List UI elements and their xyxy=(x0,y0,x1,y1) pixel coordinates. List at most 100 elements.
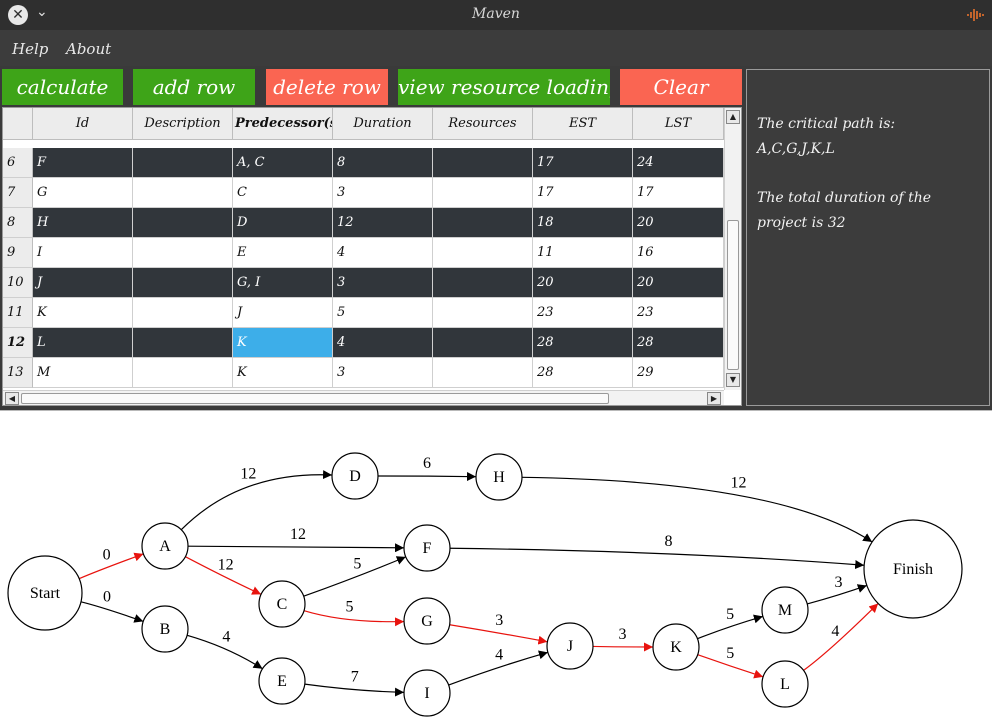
cell-lst[interactable]: 24 xyxy=(633,148,724,178)
table-row[interactable]: 11 K J 5 23 23 xyxy=(3,298,724,328)
cell-description[interactable] xyxy=(133,148,233,178)
column-header-lst[interactable]: LST xyxy=(633,108,724,140)
cell-lst[interactable]: 20 xyxy=(633,268,724,298)
row-number[interactable]: 13 xyxy=(3,358,33,388)
delete-row-button[interactable]: delete row xyxy=(266,69,388,105)
cell-id[interactable]: M xyxy=(33,358,133,388)
add-row-button[interactable]: add row xyxy=(133,69,255,105)
edge-weight-label: 6 xyxy=(423,455,431,472)
cell-est[interactable]: 28 xyxy=(533,358,633,388)
node-label: I xyxy=(424,685,429,702)
horizontal-scroll-thumb[interactable] xyxy=(21,393,609,404)
cell-duration[interactable]: 3 xyxy=(333,358,433,388)
table-row[interactable]: 10 J G, I 3 20 20 xyxy=(3,268,724,298)
column-header-duration[interactable]: Duration xyxy=(333,108,433,140)
cell-resources[interactable] xyxy=(433,358,533,388)
cell-description[interactable] xyxy=(133,268,233,298)
cell-id[interactable]: F xyxy=(33,148,133,178)
cell-predecessors[interactable]: G, I xyxy=(233,268,333,298)
row-number[interactable]: 12 xyxy=(3,328,33,358)
cell-lst[interactable]: 29 xyxy=(633,358,724,388)
row-number[interactable]: 9 xyxy=(3,238,33,268)
row-number[interactable]: 7 xyxy=(3,178,33,208)
cell-resources[interactable] xyxy=(433,208,533,238)
cell-duration[interactable]: 3 xyxy=(333,178,433,208)
cell-id[interactable]: I xyxy=(33,238,133,268)
cell-est[interactable]: 17 xyxy=(533,148,633,178)
scroll-down-icon[interactable]: ▼ xyxy=(726,373,740,387)
cell-predecessors[interactable]: K xyxy=(233,328,333,358)
cell-predecessors[interactable]: J xyxy=(233,298,333,328)
table-row[interactable]: 13 M K 3 28 29 xyxy=(3,358,724,388)
cell-duration[interactable]: 8 xyxy=(333,148,433,178)
row-number[interactable]: 10 xyxy=(3,268,33,298)
cell-est[interactable]: 11 xyxy=(533,238,633,268)
cell-id[interactable]: L xyxy=(33,328,133,358)
view-resource-loading-button[interactable]: view resource loading xyxy=(398,69,610,105)
menu-help[interactable]: Help xyxy=(12,40,48,58)
cell-description[interactable] xyxy=(133,178,233,208)
cell-predecessors[interactable]: E xyxy=(233,238,333,268)
column-header-description[interactable]: Description xyxy=(133,108,233,140)
cell-predecessors[interactable]: C xyxy=(233,178,333,208)
vertical-scrollbar[interactable]: ▲ ▼ xyxy=(724,108,741,390)
cell-id[interactable]: J xyxy=(33,268,133,298)
cell-lst[interactable]: 17 xyxy=(633,178,724,208)
table-row[interactable]: 12 L K 4 28 28 xyxy=(3,328,724,358)
scroll-right-icon[interactable]: ▶ xyxy=(707,392,721,405)
table-row[interactable]: 7 G C 3 17 17 xyxy=(3,178,724,208)
edge-weight-label: 12 xyxy=(218,556,234,573)
cell-description[interactable] xyxy=(133,208,233,238)
cell-resources[interactable] xyxy=(433,178,533,208)
scroll-up-icon[interactable]: ▲ xyxy=(726,110,740,124)
cell-resources[interactable] xyxy=(433,298,533,328)
column-header-predecessors[interactable]: Predecessor(s) xyxy=(233,108,333,140)
cell-duration[interactable]: 4 xyxy=(333,238,433,268)
cell-lst[interactable]: 28 xyxy=(633,328,724,358)
cell-duration[interactable]: 3 xyxy=(333,268,433,298)
cell-description[interactable] xyxy=(133,238,233,268)
table-row[interactable]: 8 H D 12 18 20 xyxy=(3,208,724,238)
cell-duration[interactable]: 12 xyxy=(333,208,433,238)
cell-description[interactable] xyxy=(133,358,233,388)
edge-a-f xyxy=(187,543,405,553)
cell-id[interactable]: H xyxy=(33,208,133,238)
cell-resources[interactable] xyxy=(433,148,533,178)
vertical-scroll-thumb[interactable] xyxy=(727,220,739,370)
cell-est[interactable]: 20 xyxy=(533,268,633,298)
cell-id[interactable]: G xyxy=(33,178,133,208)
cell-description[interactable] xyxy=(133,298,233,328)
table-row[interactable]: 6 F A, C 8 17 24 xyxy=(3,148,724,178)
cell-id[interactable]: K xyxy=(33,298,133,328)
cell-est[interactable]: 18 xyxy=(533,208,633,238)
cell-duration[interactable]: 5 xyxy=(333,298,433,328)
cell-description[interactable] xyxy=(133,328,233,358)
column-header-id[interactable]: Id xyxy=(33,108,133,140)
cell-predecessors[interactable]: D xyxy=(233,208,333,238)
corner-header[interactable] xyxy=(3,108,33,140)
column-header-resources[interactable]: Resources xyxy=(433,108,533,140)
row-number[interactable]: 6 xyxy=(3,148,33,178)
horizontal-scrollbar[interactable]: ◀ ▶ xyxy=(3,390,724,405)
cell-resources[interactable] xyxy=(433,328,533,358)
scroll-left-icon[interactable]: ◀ xyxy=(5,392,19,405)
table-row[interactable]: 9 I E 4 11 16 xyxy=(3,238,724,268)
row-number[interactable]: 8 xyxy=(3,208,33,238)
cell-est[interactable]: 23 xyxy=(533,298,633,328)
edge-f-finish xyxy=(449,547,865,570)
cell-predecessors[interactable]: A, C xyxy=(233,148,333,178)
cell-duration[interactable]: 4 xyxy=(333,328,433,358)
cell-lst[interactable]: 23 xyxy=(633,298,724,328)
row-number[interactable]: 11 xyxy=(3,298,33,328)
cell-lst[interactable]: 20 xyxy=(633,208,724,238)
calculate-button[interactable]: calculate xyxy=(2,69,123,105)
clear-button[interactable]: Clear xyxy=(620,69,742,105)
column-header-est[interactable]: EST xyxy=(533,108,633,140)
cell-est[interactable]: 28 xyxy=(533,328,633,358)
cell-predecessors[interactable]: K xyxy=(233,358,333,388)
cell-resources[interactable] xyxy=(433,238,533,268)
cell-lst[interactable]: 16 xyxy=(633,238,724,268)
menu-about[interactable]: About xyxy=(66,40,111,58)
cell-resources[interactable] xyxy=(433,268,533,298)
cell-est[interactable]: 17 xyxy=(533,178,633,208)
